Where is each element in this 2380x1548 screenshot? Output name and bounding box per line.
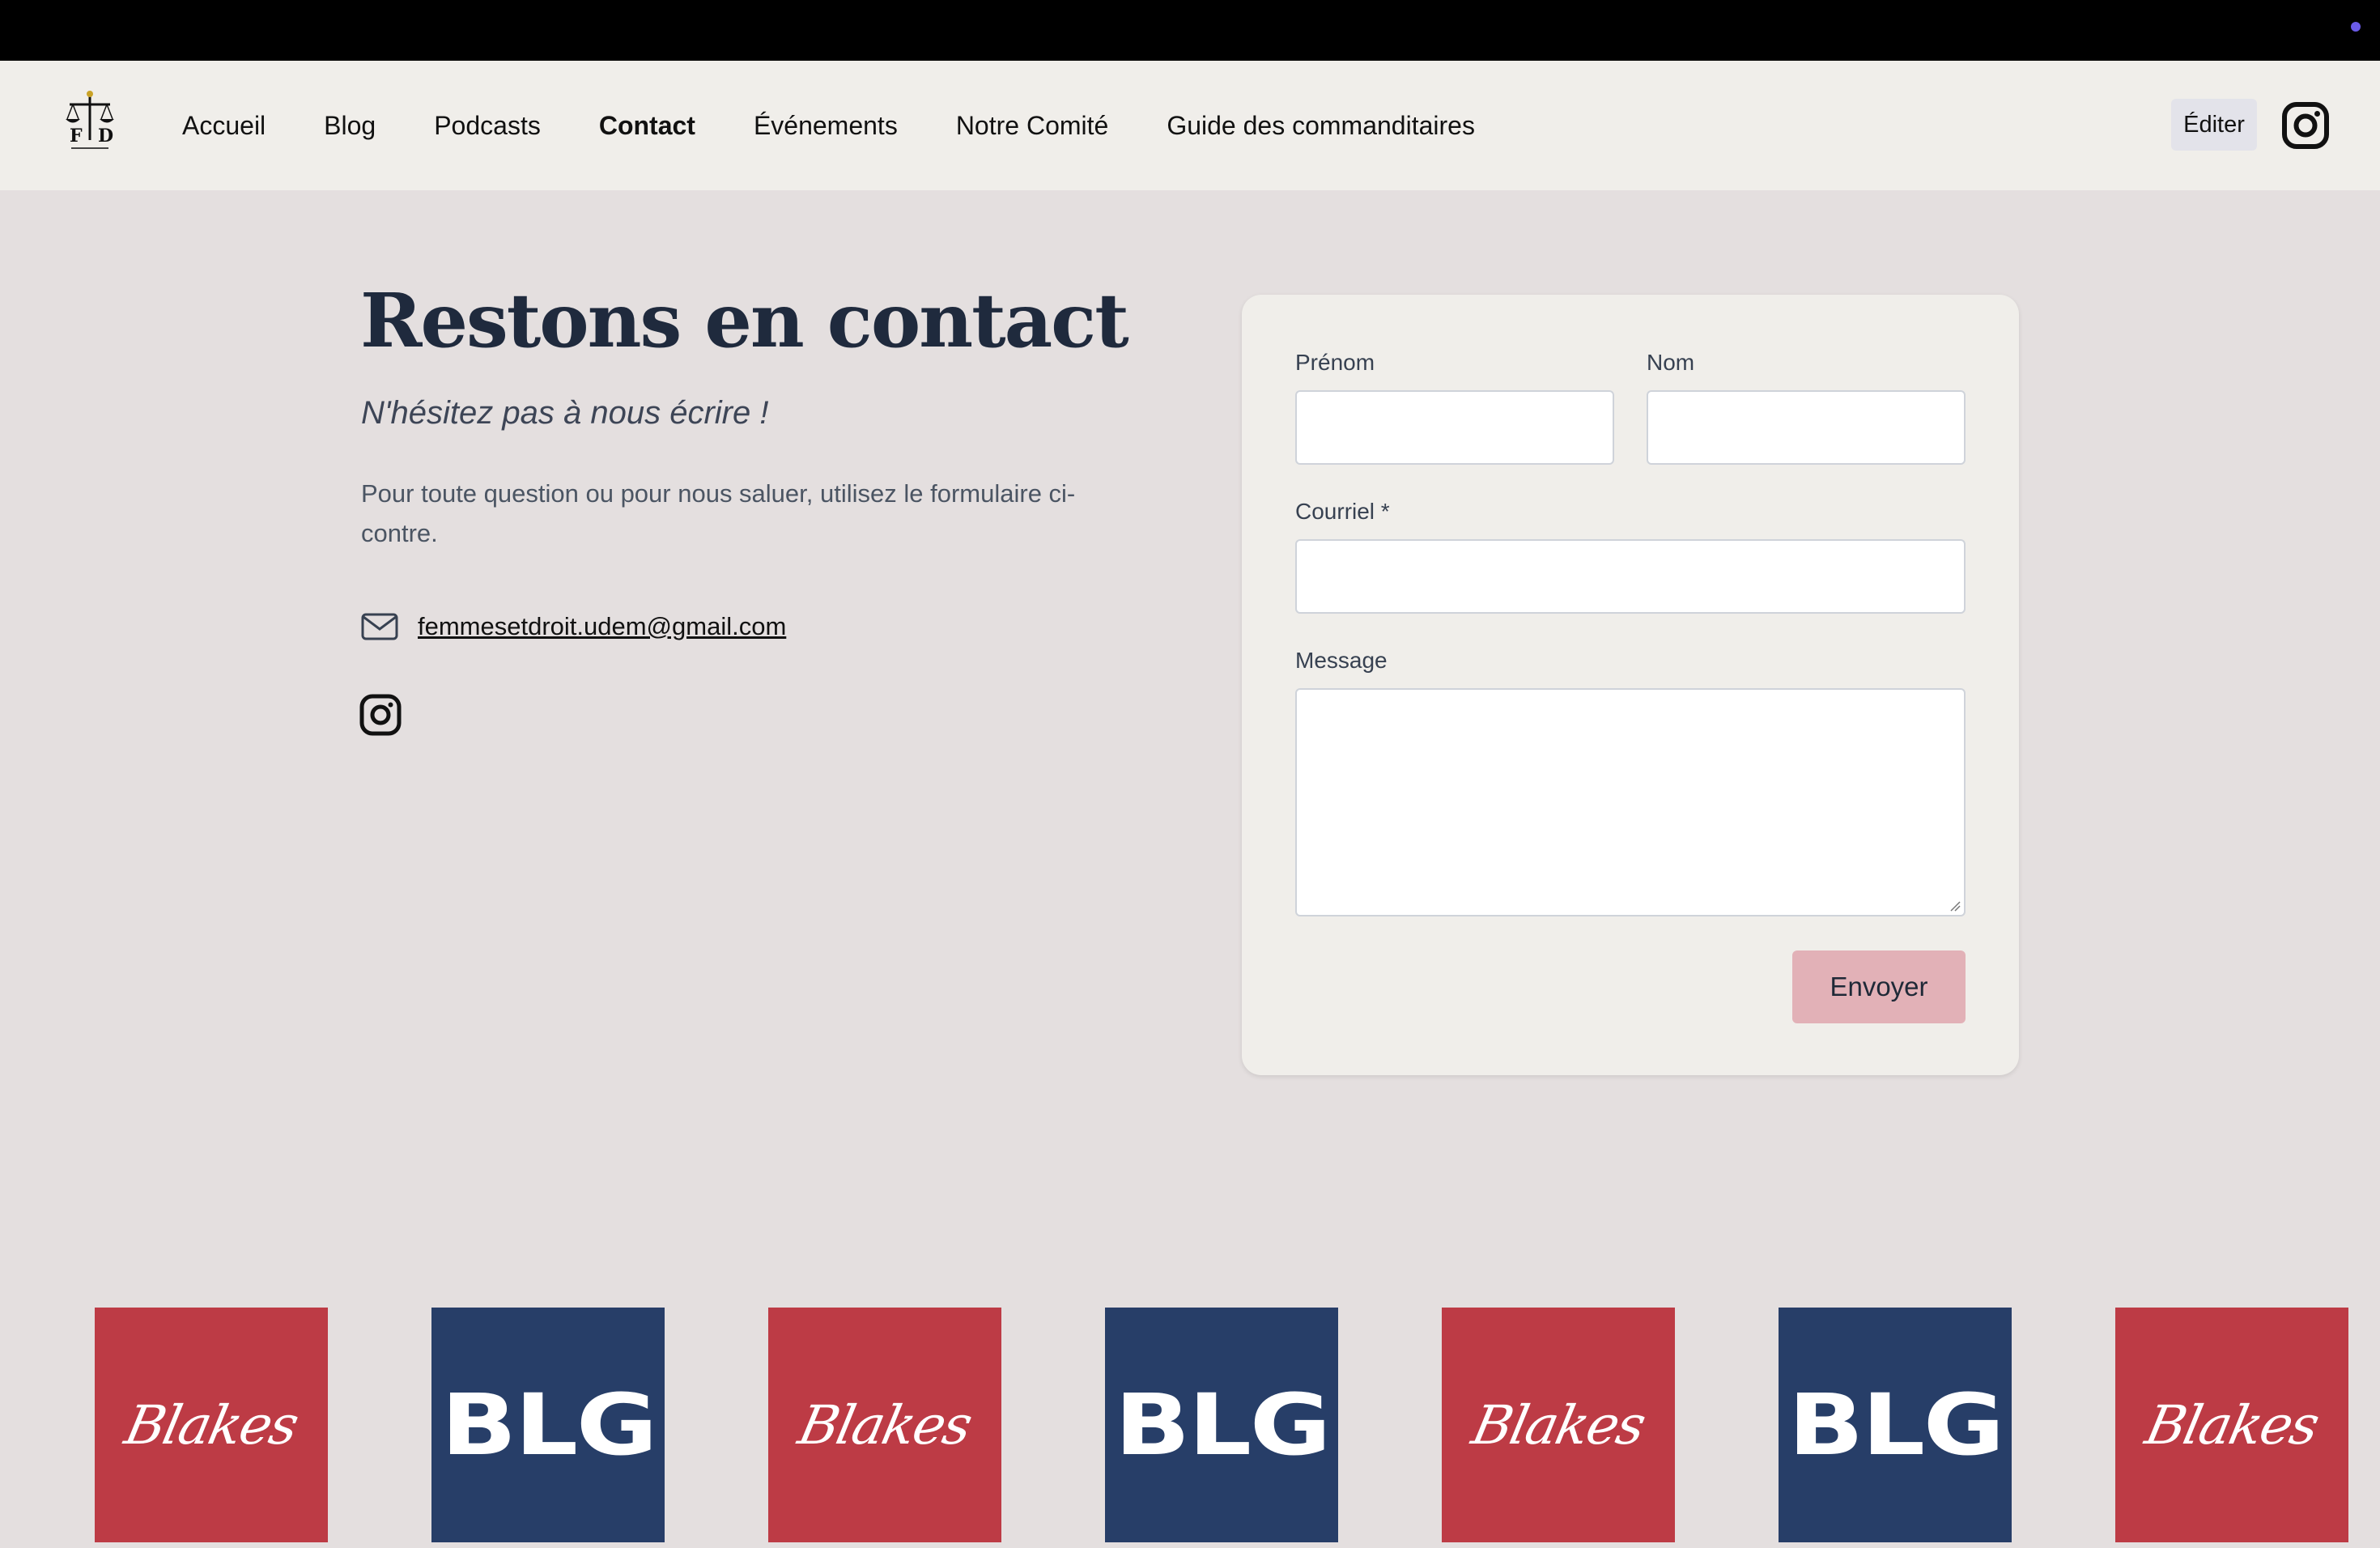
email-label: Courriel * [1295,499,1390,524]
email-field[interactable] [1295,539,1966,614]
svg-text:F: F [70,125,83,147]
first-name-label: Prénom [1295,350,1375,375]
sponsor-logo-text: BLG [1787,1376,2004,1474]
sponsor-logo-blg[interactable]: BLG [1105,1308,1338,1542]
svg-text:D: D [98,125,113,147]
contact-form: Prénom Nom Courriel * Message Envoyer [1242,295,2019,1075]
sponsor-logo-blakes[interactable]: Blakes [1442,1308,1675,1542]
email-link[interactable]: femmesetdroit.udem@gmail.com [418,612,786,641]
mail-icon [361,613,398,640]
nav-evenements[interactable]: Événements [754,111,898,141]
last-name-label: Nom [1647,350,1695,375]
nav-contact[interactable]: Contact [599,111,695,141]
sponsor-logo-text: Blakes [793,1393,977,1457]
nav-guide-commanditaires[interactable]: Guide des commanditaires [1167,111,1475,141]
sponsor-logo-text: Blakes [119,1393,304,1457]
sponsor-logo-blg[interactable]: BLG [431,1308,665,1542]
sponsor-logo-blg[interactable]: BLG [1779,1308,2012,1542]
system-top-bar [0,0,2380,61]
sponsor-logo-text: BLG [440,1376,657,1474]
page-subtitle: N'hésitez pas à nous écrire ! [361,395,769,431]
sponsor-logo-blakes[interactable]: Blakes [768,1308,1001,1542]
message-label: Message [1295,648,1388,673]
nav-blog[interactable]: Blog [324,111,376,141]
resize-grip-icon[interactable] [1949,900,1961,912]
sponsor-logo-text: BLG [1114,1376,1331,1474]
site-header: F D Accueil Blog Podcasts Contact Événem… [0,61,2380,190]
sponsor-logo-text: Blakes [1466,1393,1651,1457]
sponsor-logo-blakes[interactable]: Blakes [95,1308,328,1542]
send-button[interactable]: Envoyer [1792,950,1966,1023]
email-row: femmesetdroit.udem@gmail.com [361,607,786,646]
sponsor-logo-text: Blakes [2140,1393,2324,1457]
instagram-icon[interactable] [359,694,402,736]
nav-notre-comite[interactable]: Notre Comité [956,111,1109,141]
contact-description: Pour toute question ou pour nous saluer,… [361,479,1076,547]
nav-accueil[interactable]: Accueil [182,111,266,141]
nav-podcasts[interactable]: Podcasts [434,111,541,141]
edit-button[interactable]: Éditer [2171,99,2257,151]
sponsor-logos: Blakes BLG Blakes BLG Blakes BLG Blakes [0,1308,2380,1542]
main-nav: Accueil Blog Podcasts Contact Événements… [182,61,1533,190]
first-name-input[interactable] [1295,390,1614,465]
status-dot [2351,22,2361,32]
scales-of-justice-icon[interactable]: F D [63,88,117,155]
instagram-icon[interactable] [2281,101,2330,150]
message-textarea[interactable] [1295,688,1966,916]
sponsor-logo-blakes[interactable]: Blakes [2115,1308,2348,1542]
page-title: Restons en contact [360,277,1129,364]
last-name-input[interactable] [1647,390,1966,465]
